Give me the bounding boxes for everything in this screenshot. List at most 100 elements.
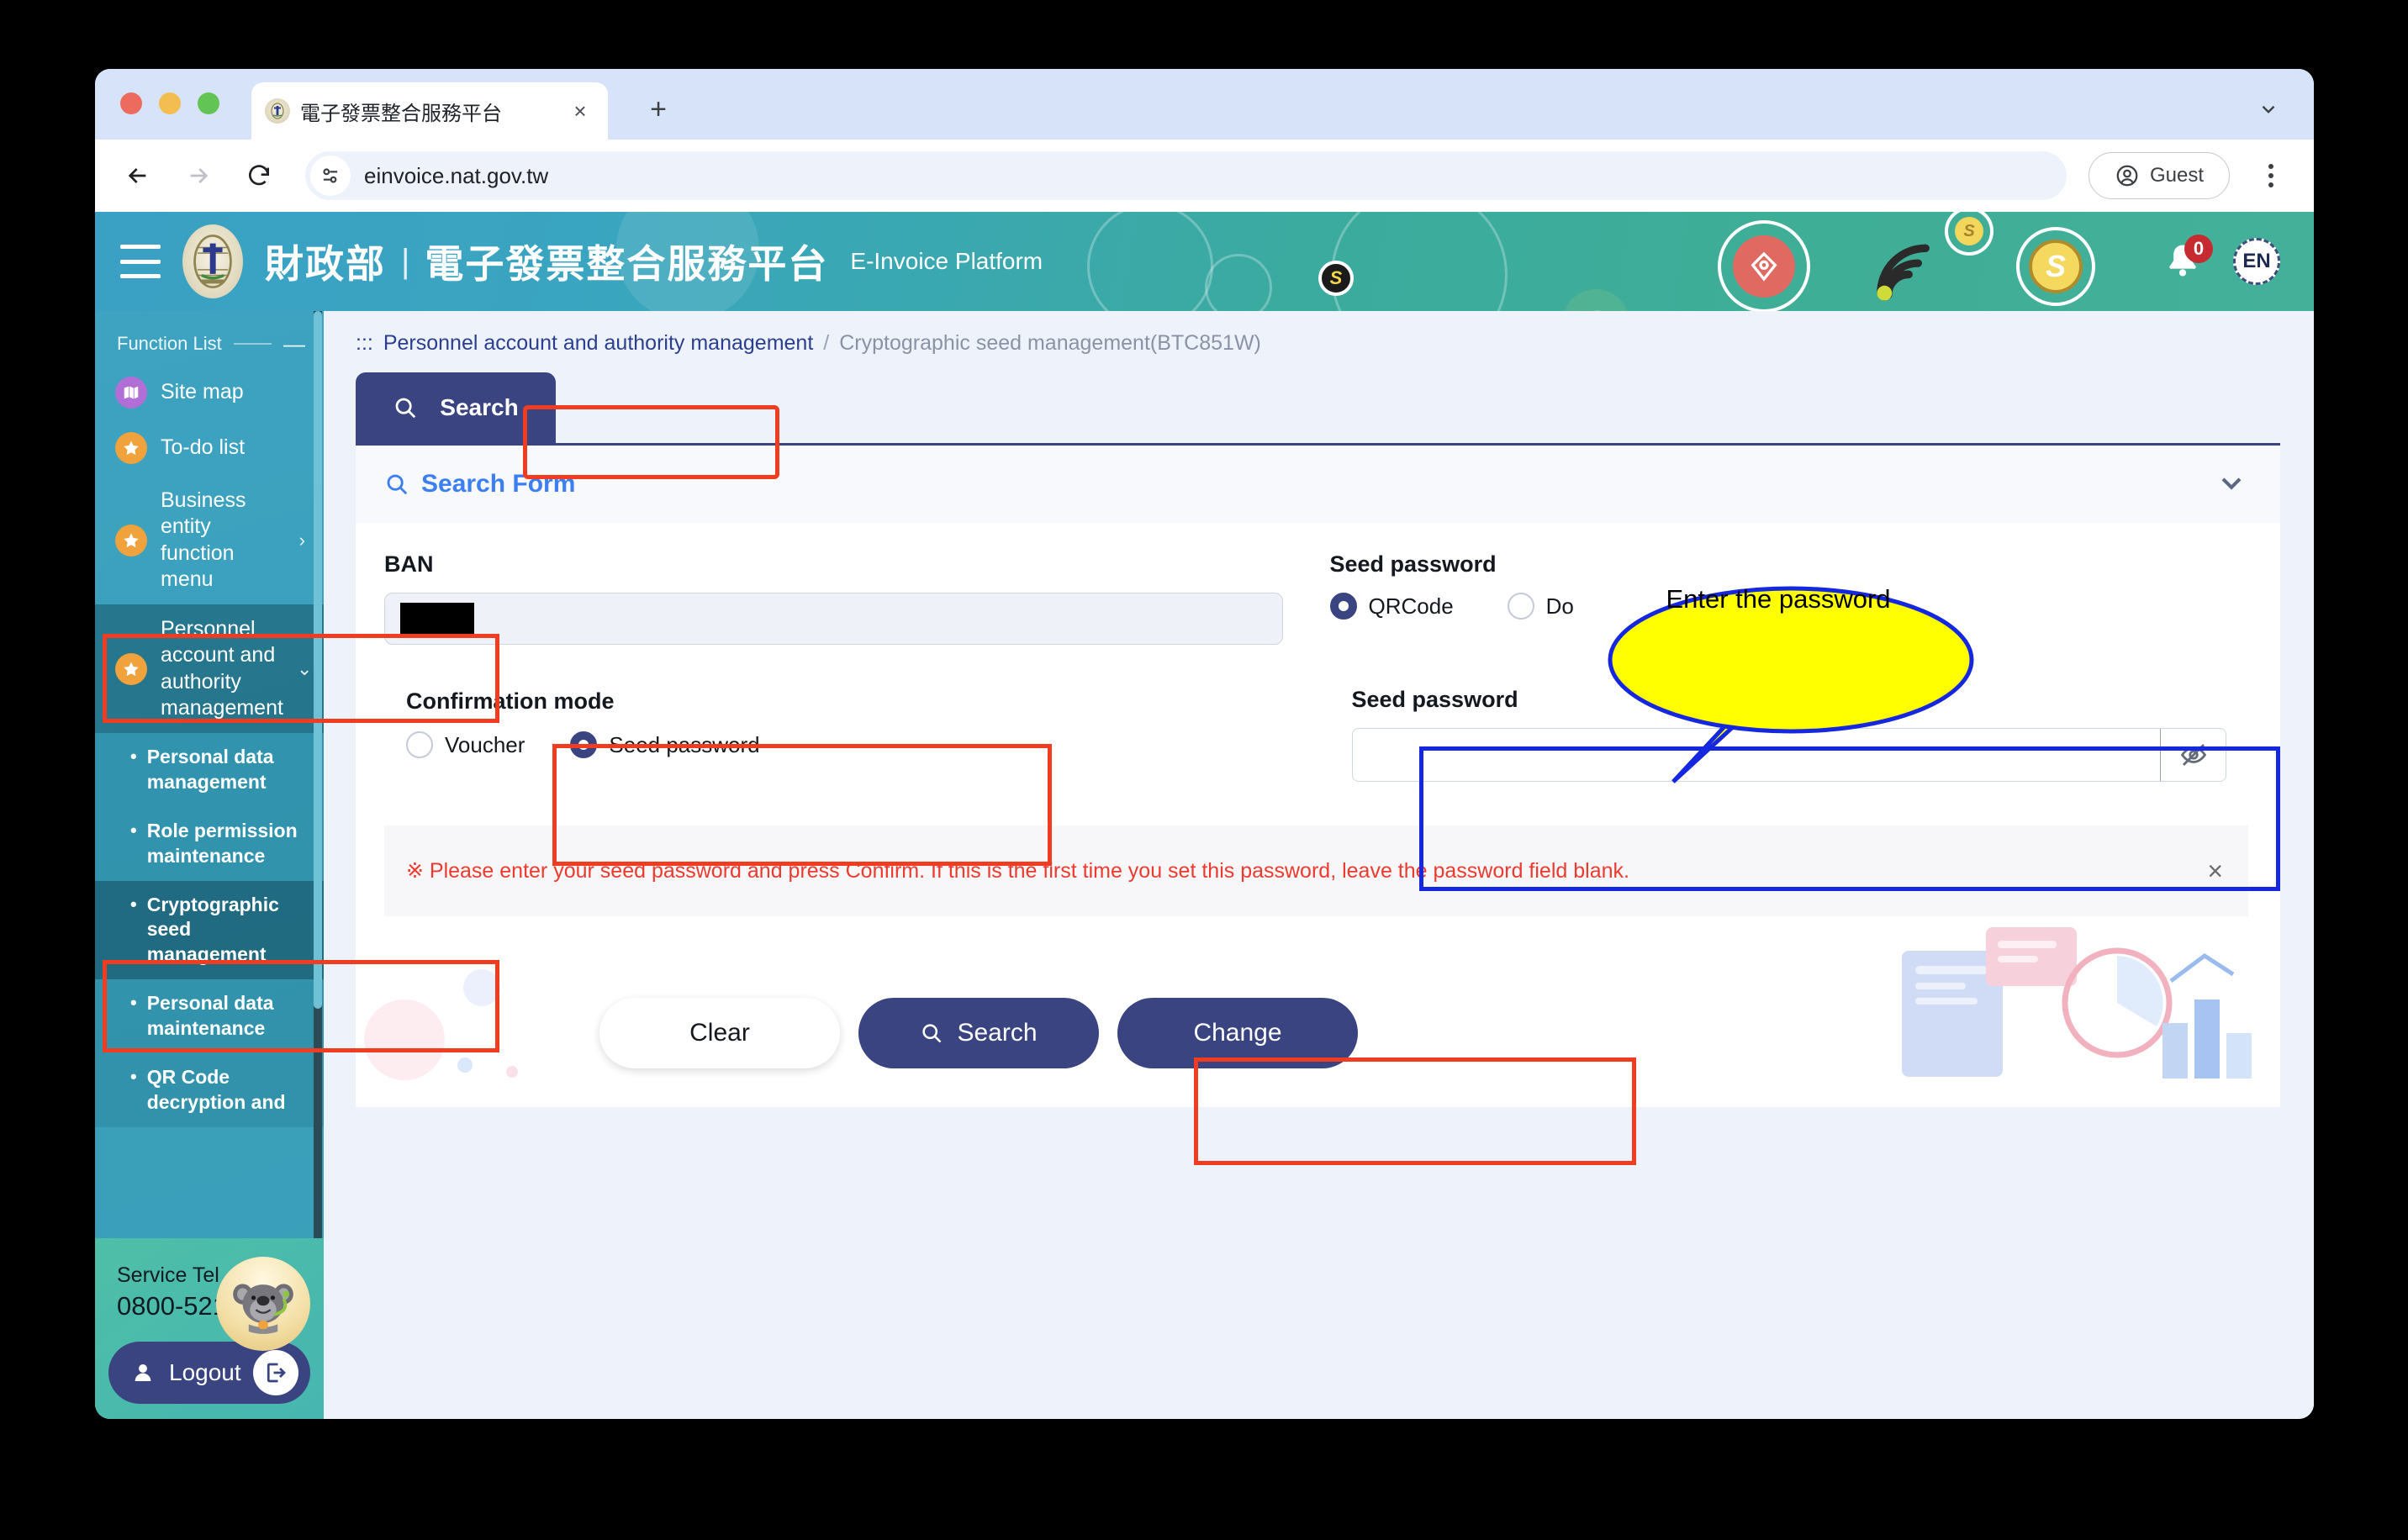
deco-ring (1205, 254, 1272, 311)
sidebar-subitem-label: Personal data management (146, 746, 274, 793)
sidebar-item-label: Personnel account and authority manageme… (161, 617, 283, 720)
radio-voucher[interactable]: Voucher (406, 731, 525, 758)
deco-ring (1331, 212, 1508, 311)
search-form-header: Search Form (356, 446, 2280, 523)
sidebar-subitem-personal-data-maintenance[interactable]: • Personal data maintenance (95, 979, 324, 1053)
sidebar-subitem-personal-data-management[interactable]: • Personal data management (95, 733, 324, 807)
tab-list-chevron-down-icon[interactable] (2248, 89, 2289, 129)
close-window-button[interactable] (120, 92, 142, 114)
maximize-window-button[interactable] (198, 92, 219, 114)
address-bar[interactable]: einvoice.nat.gov.tw (305, 151, 2067, 200)
window-traffic-lights (120, 92, 219, 114)
sidebar-item-todo-list[interactable]: To-do list (95, 420, 324, 476)
sidebar-item-site-map[interactable]: Site map (95, 365, 324, 420)
person-icon (135, 1364, 151, 1381)
sidebar-subitem-label: Cryptographic seed management (146, 893, 279, 966)
tab-row: Search (324, 372, 2314, 443)
sidebar-scrollbar-thumb[interactable] (314, 311, 322, 1010)
deco-ring (1087, 212, 1213, 311)
radio-seed-password[interactable]: Seed password (570, 731, 760, 758)
notifications-button[interactable]: 0 (2161, 235, 2213, 283)
notice-text: ※ Please enter your seed password and pr… (406, 859, 1629, 883)
new-tab-button[interactable]: + (640, 91, 677, 128)
forward-button[interactable] (179, 156, 218, 195)
radio-qrcode-label: QRCode (1368, 593, 1454, 619)
browser-tab[interactable]: 電子發票整合服務平台 × (251, 82, 608, 140)
seed-password-input[interactable] (1353, 729, 2161, 781)
map-icon (115, 377, 147, 409)
form-row-2: Confirmation mode Voucher Seed password (356, 645, 2280, 804)
logout-icon[interactable] (253, 1350, 298, 1395)
logout-label: Logout (169, 1359, 241, 1385)
language-toggle-button[interactable]: EN (2233, 238, 2280, 285)
breadcrumb-anchor: ::: (356, 331, 373, 355)
service-tel: Service Tel 0800-521-988 (95, 1257, 324, 1352)
browser-tabstrip: 電子發票整合服務平台 × + (95, 69, 2314, 140)
search-button[interactable]: Search (858, 998, 1099, 1068)
search-panel: Search Form BAN Seed password QRCode Do … (356, 443, 2280, 1107)
confirmation-mode-radios: Voucher Seed password (406, 731, 867, 758)
star-icon (115, 652, 147, 685)
menu-toggle-button[interactable] (120, 245, 161, 278)
close-icon[interactable]: × (2207, 856, 2223, 887)
ban-input[interactable] (384, 593, 1283, 645)
bullet-icon: • (130, 992, 137, 1014)
sidebar-subitem-role-permission-maintenance[interactable]: • Role permission maintenance (95, 807, 324, 881)
bullet-icon: • (130, 893, 137, 915)
deco-ring (2016, 227, 2095, 306)
deco-ring (1945, 212, 1993, 256)
function-list-header: Function List — (95, 311, 324, 365)
star-icon (115, 432, 147, 464)
radio-qrcode[interactable]: QRCode (1329, 593, 1454, 620)
back-button[interactable] (119, 156, 157, 195)
browser-menu-button[interactable] (2252, 156, 2290, 195)
collapse-panel-chevron-down-icon[interactable] (2215, 466, 2248, 504)
sidebar-subitem-label: Role permission maintenance (146, 819, 298, 867)
browser-window: 電子發票整合服務平台 × + einvoice.nat.gov.tw Guest… (95, 69, 2314, 1419)
sidebar-subitem-cryptographic-seed-management[interactable]: • Cryptographic seed management (95, 880, 324, 980)
coin-icon: S (1955, 217, 1983, 245)
minimize-window-button[interactable] (159, 92, 181, 114)
collapse-icon: — (283, 331, 305, 356)
clear-button[interactable]: Clear (599, 998, 840, 1068)
sidebar-item-business-entity-function-menu[interactable]: Business entity function menu › (95, 476, 324, 604)
logout-button[interactable]: Logout (108, 1342, 310, 1404)
sidebar-subitem-label: Personal data maintenance (146, 992, 274, 1040)
tab-search[interactable]: Search (356, 372, 556, 443)
header-actions: 0 EN (2161, 212, 2280, 311)
coin-icon: S (2029, 240, 2083, 293)
radio-document-label: Do (1545, 593, 1574, 619)
confirmation-mode-group: Confirmation mode Voucher Seed password (384, 670, 889, 778)
notice-banner: ※ Please enter your seed password and pr… (384, 825, 2248, 916)
eye-off-icon[interactable] (2160, 729, 2226, 781)
address-bar-url: einvoice.nat.gov.tw (364, 162, 549, 188)
star-icon (115, 524, 147, 556)
sidebar-subitem-label: QR Code decryption and (146, 1066, 286, 1113)
coin-icon: S (1318, 261, 1354, 296)
search-icon (922, 1024, 942, 1043)
radio-document[interactable]: Do (1507, 593, 1574, 620)
form-row-1: BAN Seed password QRCode Do (356, 523, 2280, 645)
sidebar-item-personnel-account-and-authority-management[interactable]: Personnel account and authority manageme… (95, 604, 324, 733)
divider (233, 343, 272, 345)
mascot-avatar (216, 1257, 310, 1352)
sidebar: Function List — Site map To-do list Busi… (95, 311, 324, 1419)
app-body: Function List — Site map To-do list Busi… (95, 311, 2314, 1419)
wifi-icon (1869, 237, 1945, 309)
seed-password-group: Seed password (1330, 670, 2249, 804)
notification-badge: 0 (2184, 235, 2213, 263)
search-icon (395, 398, 416, 419)
chevron-down-icon: ⌄ (296, 657, 313, 679)
close-tab-button[interactable]: × (566, 97, 594, 125)
breadcrumb-parent-link[interactable]: Personnel account and authority manageme… (383, 331, 813, 356)
search-button-label: Search (957, 1019, 1038, 1047)
ban-label: BAN (384, 551, 434, 577)
seed-password-type-radios: QRCode Do (1329, 593, 2249, 620)
profile-button[interactable]: Guest (2089, 152, 2230, 199)
reload-button[interactable] (240, 156, 278, 195)
sidebar-subitem-qr-code-decryption[interactable]: • QR Code decryption and (95, 1053, 324, 1127)
site-settings-icon[interactable] (310, 156, 351, 196)
change-button[interactable]: Change (1117, 998, 1358, 1068)
site-org-name: 財政部 (265, 242, 386, 286)
profile-label: Guest (2149, 164, 2205, 187)
